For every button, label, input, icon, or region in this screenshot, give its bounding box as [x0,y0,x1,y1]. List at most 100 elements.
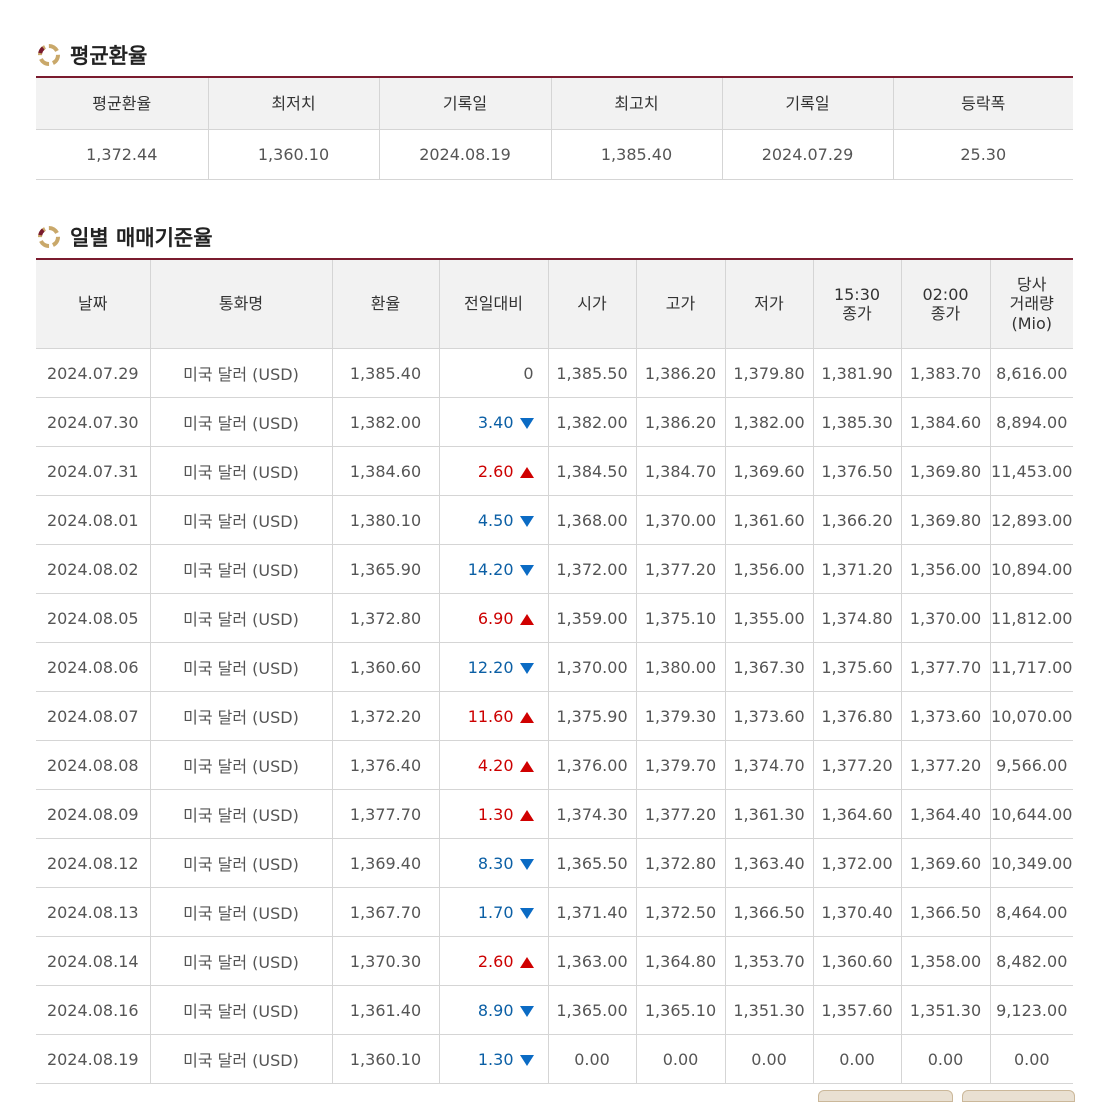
volume-cell: 11,717.00 [989,642,1073,692]
close-0200-cell: 1,370.00 [900,593,990,643]
high-cell: 1,384.70 [635,446,725,496]
close-1530-cell: 1,376.80 [812,691,901,741]
bottom-button-right[interactable] [962,1090,1075,1102]
close-0200-cell: 1,366.50 [900,887,990,937]
close-0200-cell: 1,364.40 [900,789,990,839]
low-cell: 1,382.00 [724,397,813,447]
currency-cell: 미국 달러 (USD) [149,1034,332,1084]
currency-cell: 미국 달러 (USD) [149,495,332,545]
high-cell: 1,386.20 [635,348,725,398]
change-value: 12.20 [467,657,514,677]
lowest-date: 2024.08.19 [378,129,551,180]
date-cell: 2024.08.01 [36,495,150,545]
average-value: 1,372.44 [36,129,208,180]
change-value: 0 [523,363,534,383]
volume-cell: 9,566.00 [989,740,1073,790]
volume-cell: 10,644.00 [989,789,1073,839]
open-cell: 0.00 [547,1034,636,1084]
high-cell: 1,372.80 [635,838,725,888]
high-cell: 1,365.10 [635,985,725,1035]
close-0200-cell: 1,373.60 [900,691,990,741]
open-cell: 1,363.00 [547,936,636,986]
date-cell: 2024.07.29 [36,348,150,398]
low-cell: 1,366.50 [724,887,813,937]
daily-rate-title-text: 일별 매매기준율 [70,226,213,250]
close-1530-cell: 1,366.20 [812,495,901,545]
change-value: 1.30 [477,804,514,824]
open-cell: 1,372.00 [547,544,636,594]
low-cell: 1,353.70 [724,936,813,986]
close-1530-cell: 1,370.40 [812,887,901,937]
change-value: 11.60 [467,706,514,726]
table-row: 2024.08.01 미국 달러 (USD) 1,380.10 4.50 1,368.0… [36,495,1073,545]
close-1530-cell: 0.00 [812,1034,901,1084]
currency-cell: 미국 달러 (USD) [149,642,332,692]
triangle-down-icon [519,662,534,674]
table-row: 2024.08.07 미국 달러 (USD) 1,372.20 11.60 1,375.… [36,691,1073,741]
close-0200-cell: 1,369.80 [900,446,990,496]
currency-cell: 미국 달러 (USD) [149,789,332,839]
currency-cell: 미국 달러 (USD) [149,397,332,447]
change-cell: 1.30 [438,1034,548,1084]
date-cell: 2024.08.02 [36,544,150,594]
low-cell: 1,355.00 [724,593,813,643]
table-row: 2024.07.31 미국 달러 (USD) 1,384.60 2.60 1,384.5… [36,446,1073,496]
change-cell: 8.30 [438,838,548,888]
col-header-rate: 환율 [331,259,439,349]
high-cell: 1,377.20 [635,789,725,839]
open-cell: 1,375.90 [547,691,636,741]
close-1530-cell: 1,371.20 [812,544,901,594]
triangle-down-icon [519,515,534,527]
table-row: 2024.08.13 미국 달러 (USD) 1,367.70 1.70 1,371.4… [36,887,1073,937]
change-cell: 4.20 [438,740,548,790]
close-0200-cell: 1,369.80 [900,495,990,545]
triangle-up-icon [519,809,534,821]
average-rate-section-title: 평균환율 [36,40,147,70]
currency-cell: 미국 달러 (USD) [149,348,332,398]
low-cell: 1,361.60 [724,495,813,545]
triangle-down-icon [519,417,534,429]
col-header-change: 전일대비 [438,259,548,349]
daily-table-body: 2024.07.29 미국 달러 (USD) 1,385.40 0 1,385.50 1,… [36,348,1073,1084]
ring-bullet-icon [38,44,60,66]
date-cell: 2024.08.05 [36,593,150,643]
change-cell: 3.40 [438,397,548,447]
currency-cell: 미국 달러 (USD) [149,593,332,643]
ring-bullet-icon [38,226,60,248]
close-0200-cell: 1,369.60 [900,838,990,888]
low-cell: 0.00 [724,1034,813,1084]
col-header-open: 시가 [547,259,636,349]
table-row: 2024.08.08 미국 달러 (USD) 1,376.40 4.20 1,376.0… [36,740,1073,790]
bottom-button-left[interactable] [818,1090,953,1102]
low-cell: 1,351.30 [724,985,813,1035]
volume-cell: 10,349.00 [989,838,1073,888]
change-value: 8.30 [477,853,514,873]
high-cell: 1,370.00 [635,495,725,545]
high-cell: 1,364.80 [635,936,725,986]
change-cell: 6.90 [438,593,548,643]
change-cell: 2.60 [438,936,548,986]
low-cell: 1,369.60 [724,446,813,496]
close-0200-cell: 1,358.00 [900,936,990,986]
volume-cell: 11,812.00 [989,593,1073,643]
open-cell: 1,371.40 [547,887,636,937]
change-cell: 0 [438,348,548,398]
change-cell: 2.60 [438,446,548,496]
change-cell: 1.30 [438,789,548,839]
col-header-date: 날짜 [36,259,150,349]
rate-cell: 1,376.40 [331,740,439,790]
open-cell: 1,365.50 [547,838,636,888]
change-value: 3.40 [477,412,514,432]
date-cell: 2024.08.07 [36,691,150,741]
high-cell: 0.00 [635,1034,725,1084]
high-cell: 1,386.20 [635,397,725,447]
change-value: 6.90 [477,608,514,628]
average-table-header-row: 평균환율 최저치 기록일 최고치 기록일 등락폭 [36,77,1073,130]
rate-cell: 1,372.80 [331,593,439,643]
date-cell: 2024.07.30 [36,397,150,447]
change-value: 2.60 [477,951,514,971]
rate-cell: 1,360.10 [331,1034,439,1084]
triangle-down-icon [519,564,534,576]
triangle-down-icon [519,1005,534,1017]
low-cell: 1,373.60 [724,691,813,741]
